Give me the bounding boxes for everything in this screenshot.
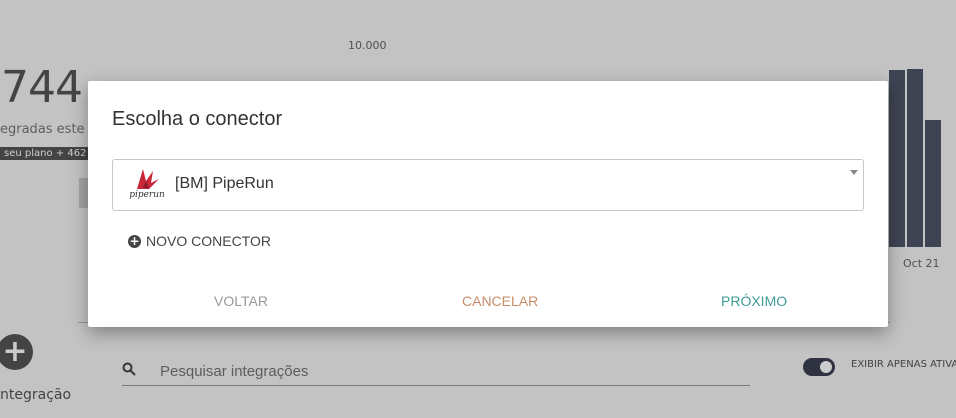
- new-connector-button[interactable]: + NOVO CONECTOR: [128, 233, 271, 249]
- new-connector-label: NOVO CONECTOR: [146, 233, 271, 249]
- dialog-title: Escolha o conector: [112, 108, 283, 130]
- cancel-button[interactable]: CANCELAR: [462, 293, 538, 309]
- piperun-logo-text: piperun: [129, 190, 165, 200]
- piperun-logo: piperun: [127, 167, 167, 203]
- dialog-actions: VOLTAR CANCELAR PRÓXIMO: [88, 293, 888, 311]
- connector-dialog: Escolha o conector piperun [BM] PipeRun …: [88, 81, 888, 327]
- next-button[interactable]: PRÓXIMO: [721, 293, 787, 309]
- back-button[interactable]: VOLTAR: [214, 293, 268, 309]
- connector-select[interactable]: piperun [BM] PipeRun: [112, 159, 864, 211]
- chevron-down-icon[interactable]: [850, 170, 858, 175]
- piperun-logo-mark: [137, 169, 159, 189]
- selected-connector: [BM] PipeRun: [175, 175, 274, 192]
- add-circle-icon: +: [128, 233, 141, 248]
